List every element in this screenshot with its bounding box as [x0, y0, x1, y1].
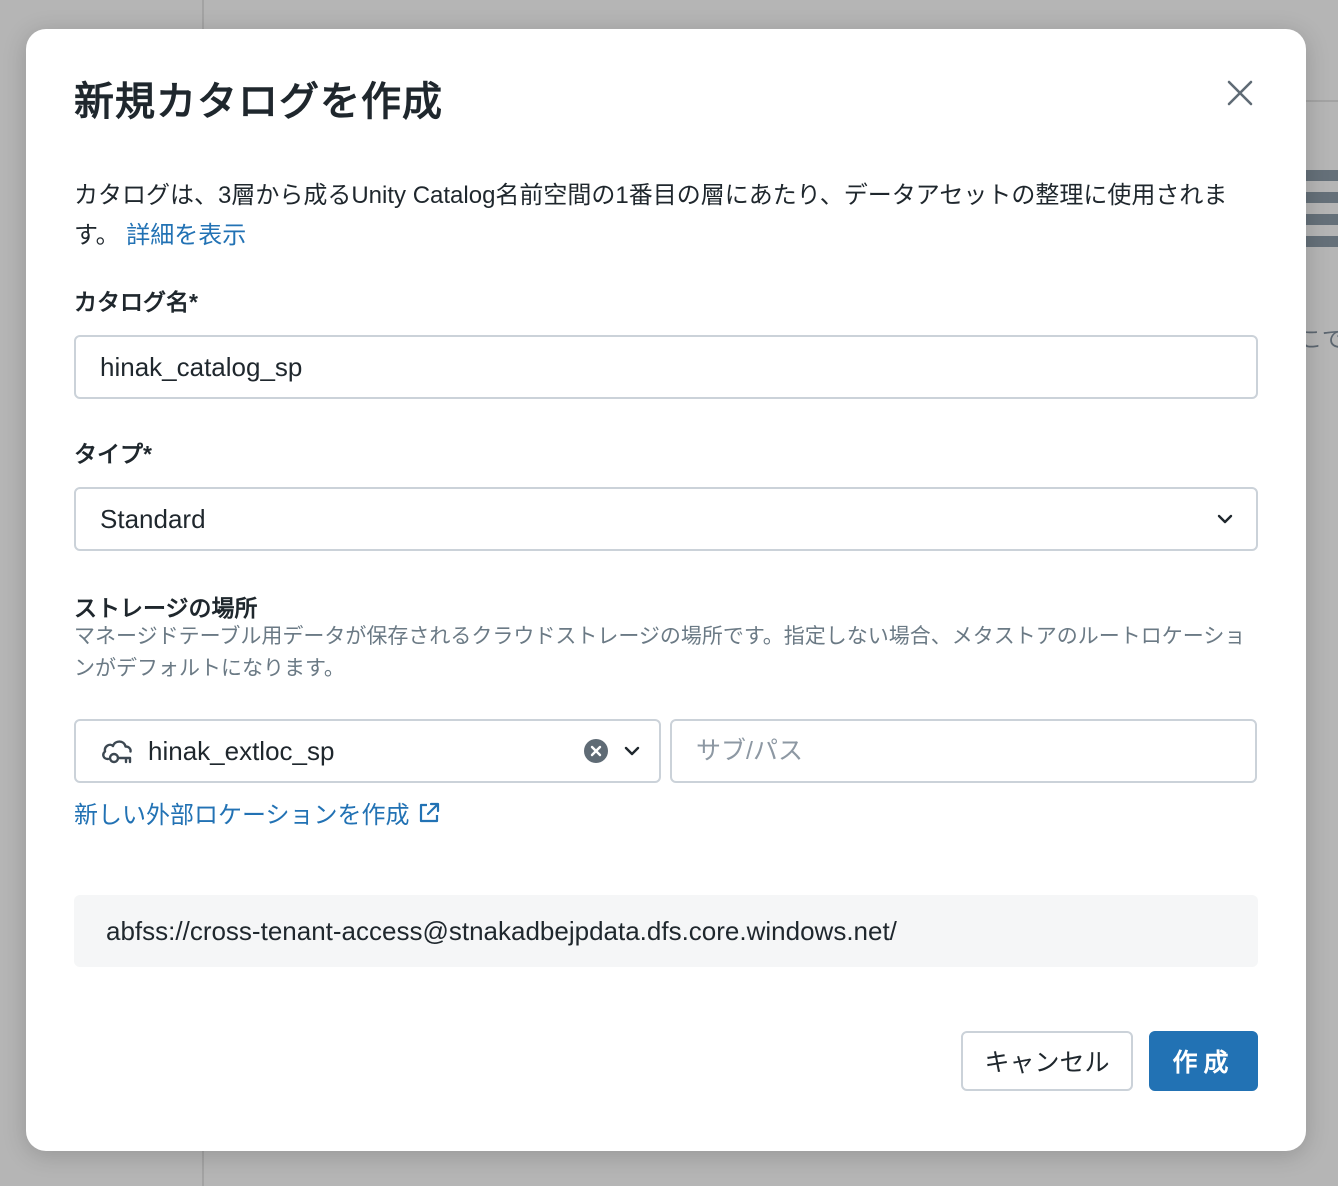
close-button[interactable]	[1222, 75, 1258, 111]
external-location-value: hinak_extloc_sp	[148, 736, 335, 766]
subpath-field-wrapper	[670, 719, 1257, 783]
external-location-select[interactable]: hinak_extloc_sp	[74, 719, 661, 783]
cancel-button[interactable]: キャンセル	[961, 1031, 1133, 1091]
catalog-name-field-wrapper	[74, 335, 1258, 399]
type-selected-value: Standard	[100, 504, 206, 534]
type-select[interactable]: Standard	[74, 487, 1258, 551]
type-label: タイプ*	[74, 441, 152, 467]
external-link-icon	[419, 802, 439, 822]
resolved-path-preview: abfss://cross-tenant-access@stnakadbejpd…	[74, 895, 1258, 967]
create-external-location-label: 新しい外部ロケーションを作成	[74, 802, 410, 829]
storage-location-help: マネージドテーブル用データが保存されるクラウドストレージの場所です。指定しない場…	[74, 625, 1246, 680]
create-catalog-dialog: 新規カタログを作成 カタログは、3層から成るUnity Catalog名前空間の…	[26, 29, 1306, 1151]
storage-location-label: ストレージの場所	[74, 595, 258, 621]
create-external-location-link[interactable]: 新しい外部ロケーションを作成	[74, 795, 440, 830]
background-menu-icon	[1306, 170, 1338, 258]
cloud-key-icon	[102, 740, 132, 764]
catalog-name-label: カタログ名*	[74, 289, 198, 315]
resolved-path-text: abfss://cross-tenant-access@stnakadbejpd…	[106, 916, 897, 946]
catalog-name-input[interactable]	[100, 337, 1200, 397]
close-icon	[1227, 80, 1253, 106]
dialog-title: 新規カタログを作成	[74, 80, 443, 124]
details-link[interactable]: 詳細を表示	[126, 222, 246, 249]
description-text: カタログは、3層から成るUnity Catalog名前空間の1番目の層にあたり、…	[74, 182, 1228, 249]
create-button[interactable]: 作成	[1149, 1031, 1258, 1091]
clear-icon[interactable]	[584, 739, 608, 763]
chevron-down-icon	[1217, 514, 1233, 524]
dialog-description: カタログは、3層から成るUnity Catalog名前空間の1番目の層にあたり、…	[74, 176, 1264, 256]
chevron-down-icon	[624, 746, 640, 756]
subpath-input[interactable]	[696, 721, 1236, 781]
